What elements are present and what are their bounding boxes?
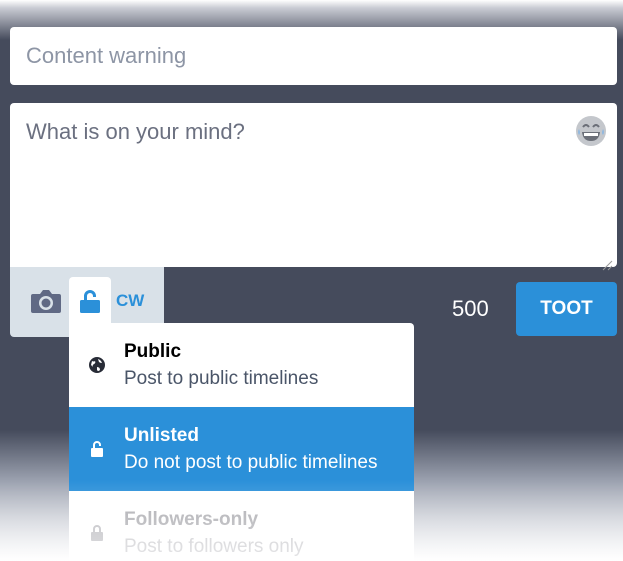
- globe-icon: [88, 356, 106, 374]
- compose-placeholder: What is on your mind?: [26, 119, 245, 144]
- lock-icon: [88, 524, 106, 542]
- privacy-option-public[interactable]: Public Post to public timelines: [69, 323, 414, 407]
- laughing-emoji-icon[interactable]: [575, 115, 607, 147]
- unlock-icon: [80, 290, 100, 313]
- character-counter: 500: [452, 296, 489, 321]
- content-warning-input[interactable]: Content warning: [10, 27, 617, 85]
- privacy-option-followers-only[interactable]: Followers-only Post to followers only: [69, 491, 414, 561]
- content-warning-placeholder: Content warning: [26, 43, 187, 68]
- privacy-option-title: Public: [124, 341, 182, 362]
- unlock-icon: [88, 440, 106, 458]
- privacy-option-description: Post to followers only: [124, 536, 304, 557]
- privacy-button[interactable]: [69, 277, 111, 327]
- camera-icon[interactable]: [30, 286, 62, 316]
- privacy-option-unlisted[interactable]: Unlisted Do not post to public timelines: [69, 407, 414, 491]
- cw-button[interactable]: CW: [116, 291, 144, 311]
- privacy-option-title: Followers-only: [124, 509, 259, 530]
- toot-button[interactable]: TOOT: [516, 282, 617, 336]
- privacy-option-description: Post to public timelines: [124, 368, 319, 389]
- resize-grip-icon[interactable]: [601, 251, 613, 271]
- privacy-dropdown: Public Post to public timelines Unlisted…: [69, 323, 414, 561]
- privacy-option-description: Do not post to public timelines: [124, 452, 378, 473]
- compose-textarea[interactable]: What is on your mind?: [10, 103, 617, 271]
- privacy-option-title: Unlisted: [124, 425, 199, 446]
